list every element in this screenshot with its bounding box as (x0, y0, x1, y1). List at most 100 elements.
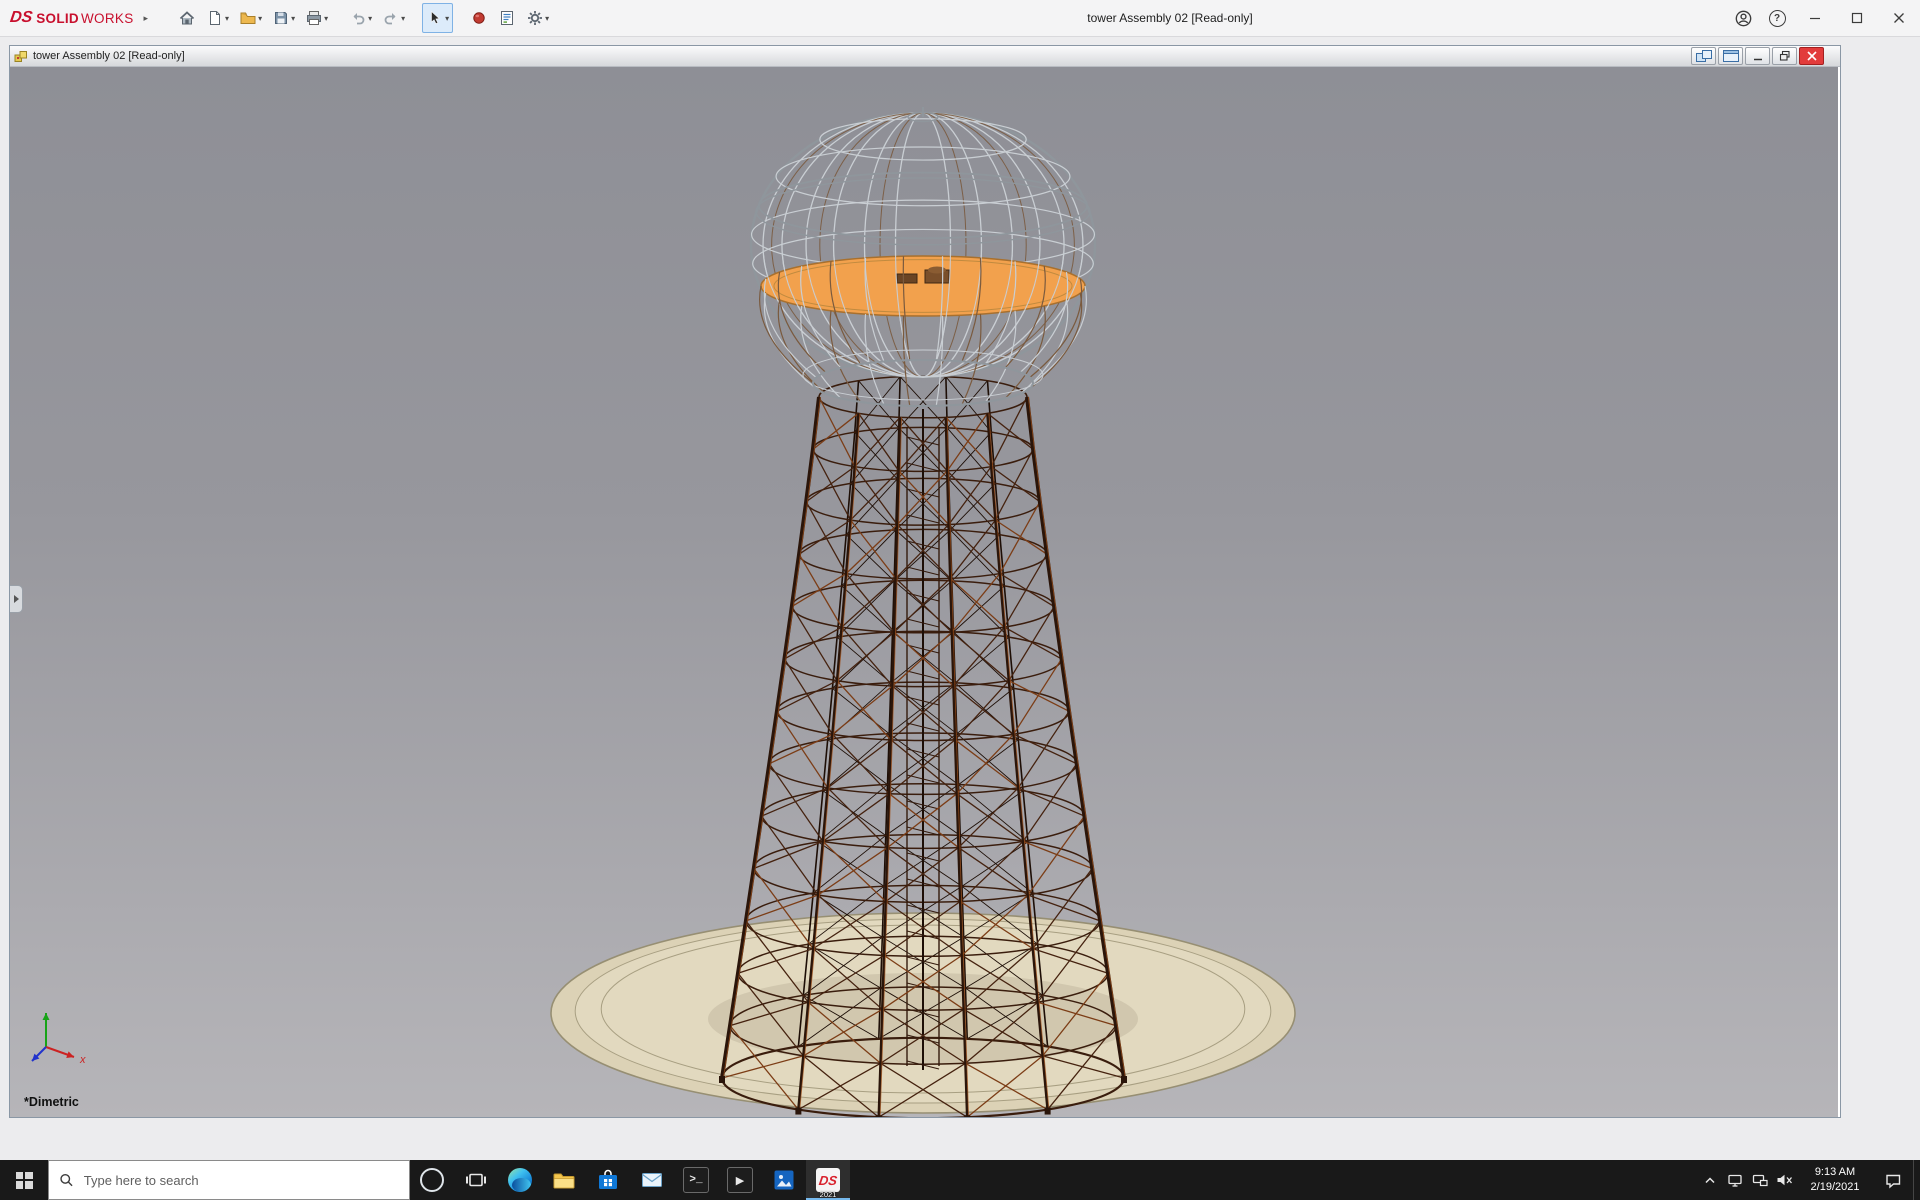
cortana-icon (420, 1168, 444, 1192)
terminal-prompt-glyph: >_ (689, 1174, 702, 1186)
ds-logo-mark: DS (9, 9, 34, 27)
windows-logo-icon (16, 1172, 33, 1189)
action-center-icon (1884, 1172, 1902, 1189)
task-view-icon (464, 1170, 488, 1191)
taskbar-app-photos[interactable] (762, 1160, 806, 1200)
minimize-button[interactable] (1794, 0, 1836, 36)
undo-icon (349, 9, 367, 27)
tile-windows-button[interactable] (1691, 47, 1716, 65)
terminal-icon: >_ (683, 1167, 709, 1193)
home-button[interactable] (174, 3, 200, 33)
dropdown-caret-icon[interactable]: ▾ (445, 14, 449, 23)
account-person-icon (1734, 9, 1753, 28)
document-titlebar[interactable]: tower Assembly 02 [Read-only] (10, 46, 1840, 67)
file-explorer-icon (552, 1168, 576, 1192)
dropdown-caret-icon[interactable]: ▾ (545, 14, 549, 23)
new-document-button[interactable]: ▾ (202, 3, 233, 33)
close-button[interactable] (1878, 0, 1920, 36)
close-icon (1893, 12, 1905, 24)
start-button[interactable] (0, 1160, 48, 1200)
search-icon (59, 1172, 74, 1188)
doc-restore-icon (1778, 50, 1792, 62)
view-orientation-label: *Dimetric (24, 1095, 79, 1109)
network-icon (1752, 1173, 1768, 1188)
display-icon (1727, 1173, 1743, 1188)
play-glyph: ▶ (736, 1174, 744, 1187)
show-desktop-button[interactable] (1913, 1160, 1920, 1200)
dropdown-caret-icon[interactable]: ▾ (401, 14, 405, 23)
properties-button[interactable] (494, 3, 520, 33)
window-title: tower Assembly 02 [Read-only] (620, 0, 1720, 36)
new-window-button[interactable] (1718, 47, 1743, 65)
save-button[interactable]: ▾ (268, 3, 299, 33)
search-input[interactable] (82, 1172, 399, 1189)
undo-button[interactable]: ▾ (345, 3, 376, 33)
graphics-viewport[interactable]: x *Dimetric (10, 67, 1838, 1117)
chevron-up-icon (1703, 1174, 1717, 1186)
print-button[interactable]: ▾ (301, 3, 332, 33)
hidden-icons-button[interactable] (1697, 1160, 1722, 1200)
solidworks-logo: DS SOLID WORKS ▸ (0, 9, 148, 27)
taskbar-app-terminal[interactable]: >_ (674, 1160, 718, 1200)
dropdown-caret-icon[interactable]: ▾ (324, 14, 328, 23)
home-icon (178, 9, 196, 27)
cortana-button[interactable] (410, 1160, 454, 1200)
taskbar-search[interactable] (48, 1160, 410, 1200)
edge-browser-icon (508, 1168, 532, 1192)
action-center-button[interactable] (1873, 1160, 1913, 1200)
task-view-button[interactable] (454, 1160, 498, 1200)
maximize-button[interactable] (1836, 0, 1878, 36)
dropdown-caret-icon[interactable]: ▾ (225, 14, 229, 23)
options-button[interactable]: ▾ (522, 3, 553, 33)
doc-minimize-button[interactable] (1745, 47, 1770, 65)
media-player-icon: ▶ (727, 1167, 753, 1193)
tile-windows-icon (1696, 50, 1712, 62)
dropdown-caret-icon[interactable]: ▾ (258, 14, 262, 23)
redo-button[interactable]: ▾ (378, 3, 409, 33)
select-arrow-button[interactable]: ▾ (422, 3, 453, 33)
menu-flyout-arrow-icon[interactable]: ▸ (144, 13, 149, 24)
open-folder-icon (239, 9, 257, 27)
app-titlebar: DS SOLID WORKS ▸ ▾ ▾ ▾ ▾ ▾ (0, 0, 1920, 37)
brand-solid-text: SOLID (36, 11, 79, 26)
doc-close-icon (1806, 51, 1818, 61)
tower-3d-model[interactable]: x (10, 67, 1838, 1117)
feature-manager-collapse-tab[interactable] (10, 585, 23, 613)
taskbar-app-edge[interactable] (498, 1160, 542, 1200)
account-button[interactable] (1726, 0, 1760, 36)
brand-works-text: WORKS (81, 11, 134, 26)
print-icon (305, 9, 323, 27)
doc-close-button[interactable] (1799, 47, 1824, 65)
select-cursor-icon (426, 9, 444, 27)
taskbar-clock[interactable]: 9:13 AM 2/19/2021 (1797, 1160, 1873, 1200)
svg-text:x: x (79, 1054, 86, 1066)
clock-date: 2/19/2021 (1797, 1180, 1873, 1195)
red-sphere-icon (470, 9, 488, 27)
taskbar-app-store[interactable] (586, 1160, 630, 1200)
volume-muted-icon (1776, 1173, 1793, 1187)
redo-icon (382, 9, 400, 27)
properties-form-icon (498, 9, 516, 27)
doc-restore-button[interactable] (1772, 47, 1797, 65)
solidworks-app-icon: DS (816, 1168, 840, 1192)
solidworks-mark: DS (818, 1173, 838, 1188)
sphere-tool-button[interactable] (466, 3, 492, 33)
titlebar-controls: ? (1726, 0, 1920, 36)
taskbar-app-solidworks[interactable]: DS 2021 (806, 1160, 850, 1200)
photos-icon (772, 1168, 796, 1192)
dropdown-caret-icon[interactable]: ▾ (291, 14, 295, 23)
expand-arrow-icon (14, 595, 19, 603)
taskbar-app-file-explorer[interactable] (542, 1160, 586, 1200)
network-tray-button[interactable] (1747, 1160, 1772, 1200)
solidworks-year-badge: 2021 (820, 1190, 837, 1199)
taskbar-app-mail[interactable] (630, 1160, 674, 1200)
volume-tray-button[interactable] (1772, 1160, 1797, 1200)
taskbar-app-media-player[interactable]: ▶ (718, 1160, 762, 1200)
mail-icon (640, 1168, 664, 1192)
open-document-button[interactable]: ▾ (235, 3, 266, 33)
display-tray-button[interactable] (1722, 1160, 1747, 1200)
dropdown-caret-icon[interactable]: ▾ (368, 14, 372, 23)
help-icon: ? (1769, 10, 1786, 27)
help-button[interactable]: ? (1760, 0, 1794, 36)
new-window-icon (1723, 50, 1739, 62)
